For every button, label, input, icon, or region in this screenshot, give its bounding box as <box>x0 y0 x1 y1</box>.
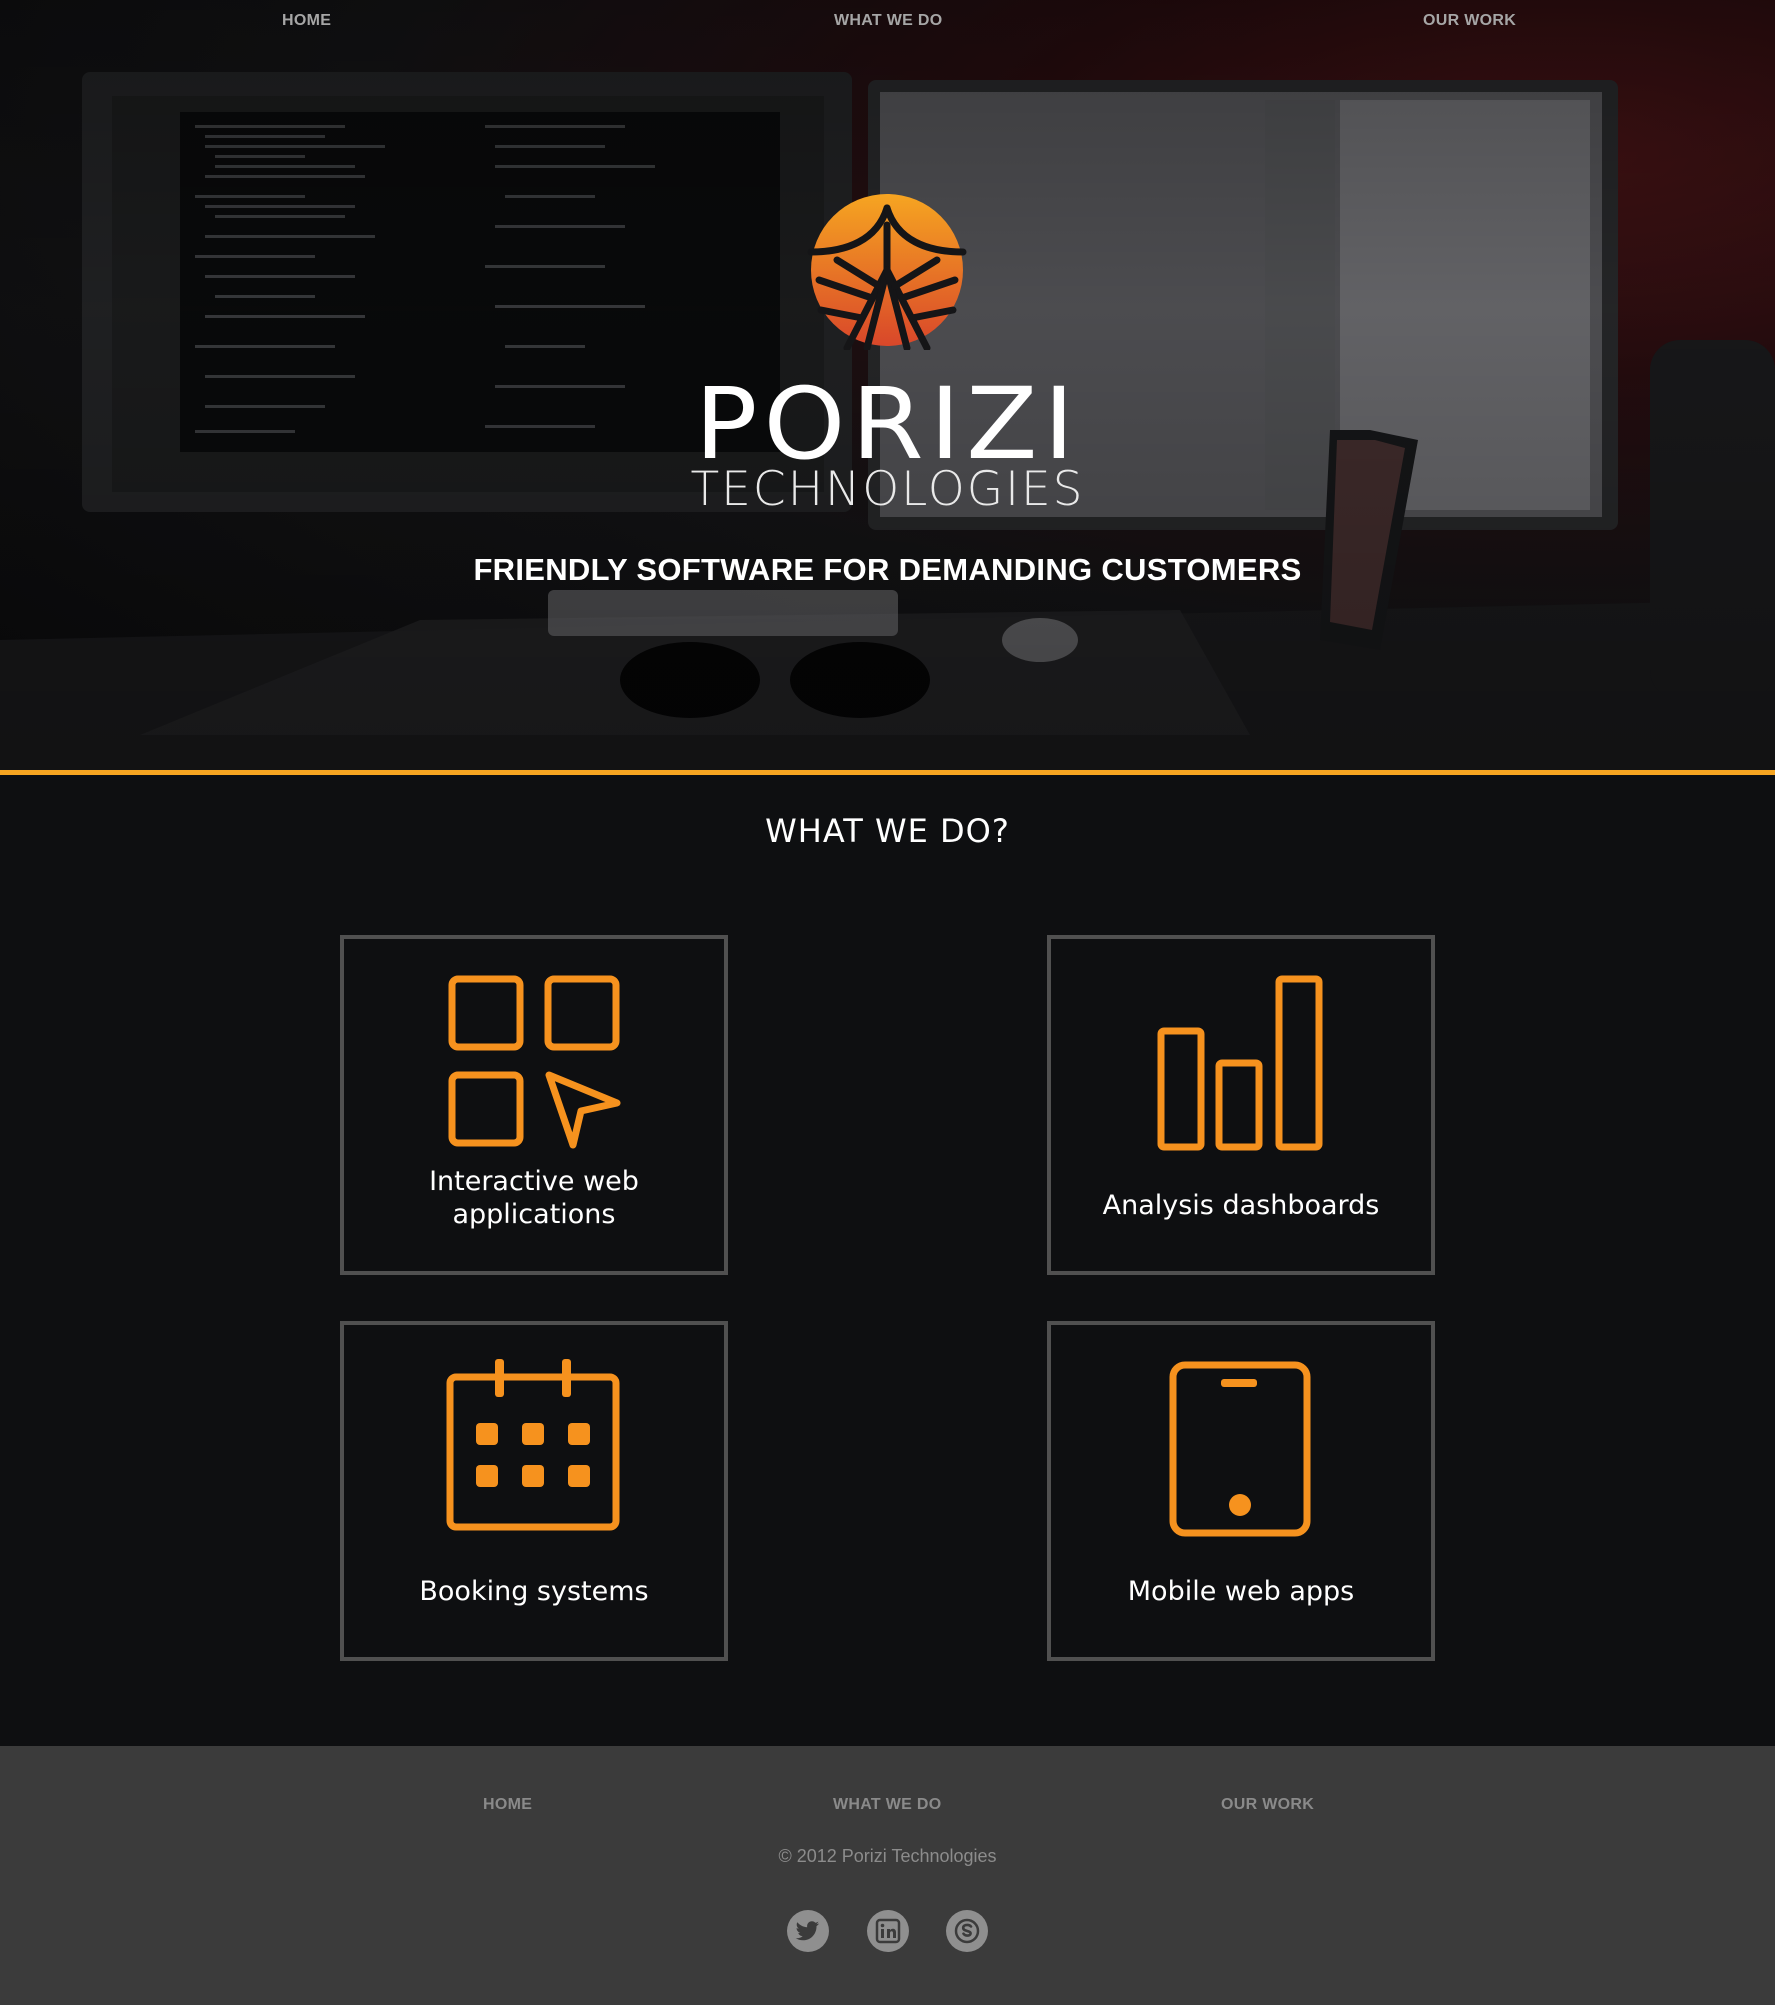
footer-nav-what-we-do-link[interactable]: WHAT WE DO <box>833 1796 941 1814</box>
linkedin-icon <box>875 1918 901 1944</box>
service-label: Interactive web applications <box>429 1166 639 1230</box>
service-card-interactive-web[interactable]: Interactive web applications <box>340 935 728 1275</box>
service-label: Booking systems <box>419 1576 649 1607</box>
section-title: WHAT WE DO? <box>765 812 1010 850</box>
apps-grid-cursor-icon <box>448 975 621 1149</box>
porizi-logo-icon <box>807 194 967 350</box>
tablet-icon <box>1169 1361 1311 1537</box>
skype-icon <box>954 1918 980 1944</box>
hero-tagline: FRIENDLY SOFTWARE FOR DEMANDING CUSTOMER… <box>473 552 1302 587</box>
footer-nav-our-work-link[interactable]: OUR WORK <box>1221 1796 1314 1814</box>
bar-chart-icon <box>1157 975 1323 1151</box>
brand-name: PORIZI <box>694 366 1081 482</box>
footer-nav-home-link[interactable]: HOME <box>483 1796 532 1814</box>
nav-what-we-do-link[interactable]: WHAT WE DO <box>834 12 942 30</box>
twitter-icon <box>795 1921 819 1941</box>
service-card-analysis-dashboards[interactable]: Analysis dashboards <box>1047 935 1435 1275</box>
twitter-link[interactable] <box>787 1910 829 1952</box>
service-label: Analysis dashboards <box>1102 1190 1380 1221</box>
linkedin-link[interactable] <box>867 1910 909 1952</box>
nav-home-link[interactable]: HOME <box>282 12 331 30</box>
calendar-icon <box>446 1359 620 1531</box>
service-card-booking-systems[interactable]: Booking systems <box>340 1321 728 1661</box>
service-card-mobile-web-apps[interactable]: Mobile web apps <box>1047 1321 1435 1661</box>
service-label: Mobile web apps <box>1127 1576 1355 1607</box>
nav-our-work-link[interactable]: OUR WORK <box>1423 12 1516 30</box>
copyright-text: © 2012 Porizi Technologies <box>778 1846 997 1866</box>
brand-subtitle: TECHNOLOGIES <box>690 462 1085 517</box>
accent-divider <box>0 770 1775 775</box>
footer: HOME WHAT WE DO OUR WORK © 2012 Porizi T… <box>0 1746 1775 2005</box>
skype-link[interactable] <box>946 1910 988 1952</box>
